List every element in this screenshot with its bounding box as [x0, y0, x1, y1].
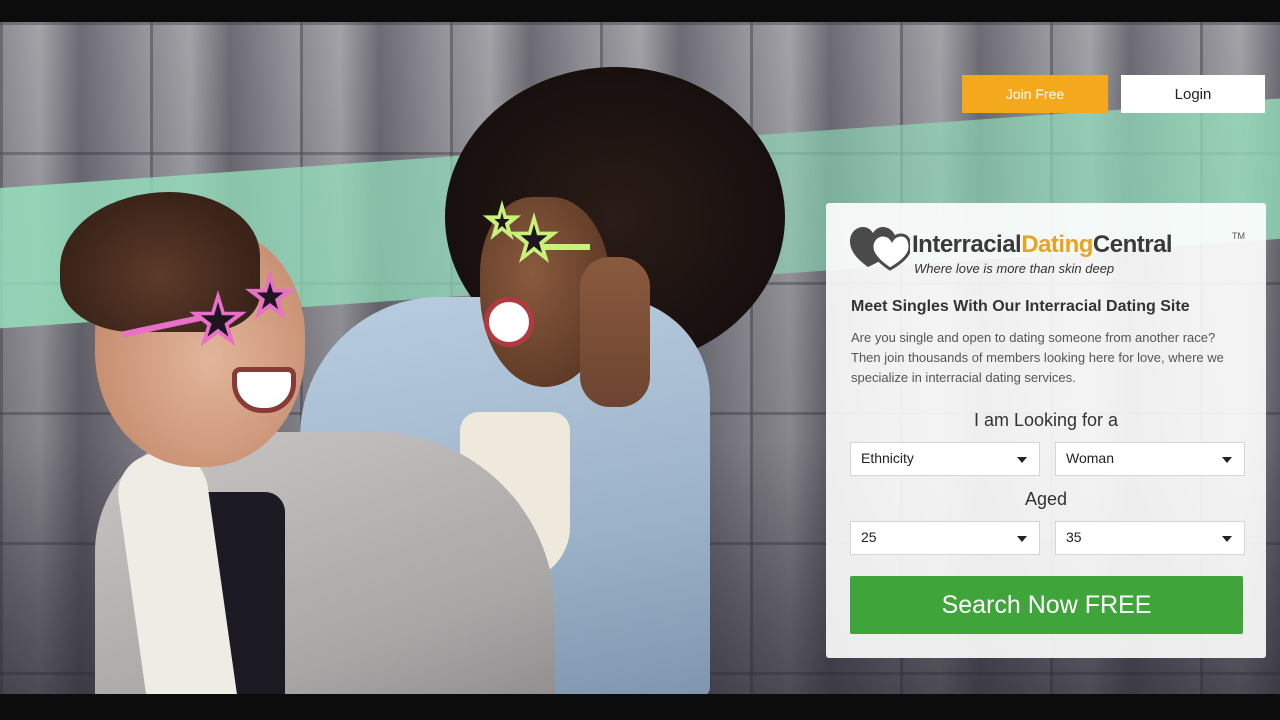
ethnicity-select-value: Ethnicity [861, 450, 914, 466]
caret-down-icon [1222, 536, 1232, 542]
gender-select[interactable]: Woman [1055, 442, 1245, 476]
brand-tagline: Where love is more than skin deep [914, 261, 1115, 276]
search-now-button[interactable]: Search Now FREE [850, 576, 1243, 634]
brand-name-dating: Dating [1021, 231, 1093, 258]
age-max-select[interactable]: 35 [1055, 521, 1245, 555]
panel-description: Are you single and open to dating someon… [851, 330, 1224, 385]
age-min-select[interactable]: 25 [850, 521, 1040, 555]
age-max-value: 35 [1066, 529, 1082, 545]
hero-background: Join Free Login InterracialDatingCentral… [0, 22, 1280, 694]
join-free-button[interactable]: Join Free [962, 75, 1108, 113]
brand-logo[interactable]: InterracialDatingCentral TM Where love i… [850, 225, 1250, 281]
caret-down-icon [1222, 457, 1232, 463]
brand-name-interracial: Interracial [912, 231, 1022, 258]
green-glasses-temple [540, 244, 590, 250]
looking-for-label: I am Looking for a [973, 410, 1119, 430]
gender-select-value: Woman [1066, 450, 1114, 466]
hearts-logo-icon [850, 227, 910, 271]
ethnicity-select[interactable]: Ethnicity [850, 442, 1040, 476]
aged-label: Aged [1024, 489, 1068, 509]
woman-arm [580, 257, 650, 407]
caret-down-icon [1017, 457, 1027, 463]
age-min-value: 25 [861, 529, 877, 545]
panel-heading: Meet Singles With Our Interracial Dating… [851, 298, 1190, 315]
caret-down-icon [1017, 536, 1027, 542]
login-button[interactable]: Login [1121, 75, 1265, 113]
brand-name-central: Central [1092, 231, 1173, 258]
search-panel: InterracialDatingCentral TM Where love i… [826, 203, 1266, 658]
brand-name: InterracialDatingCentral [912, 231, 1173, 259]
woman-smile [484, 297, 534, 347]
trademark-mark: TM [1232, 231, 1245, 241]
